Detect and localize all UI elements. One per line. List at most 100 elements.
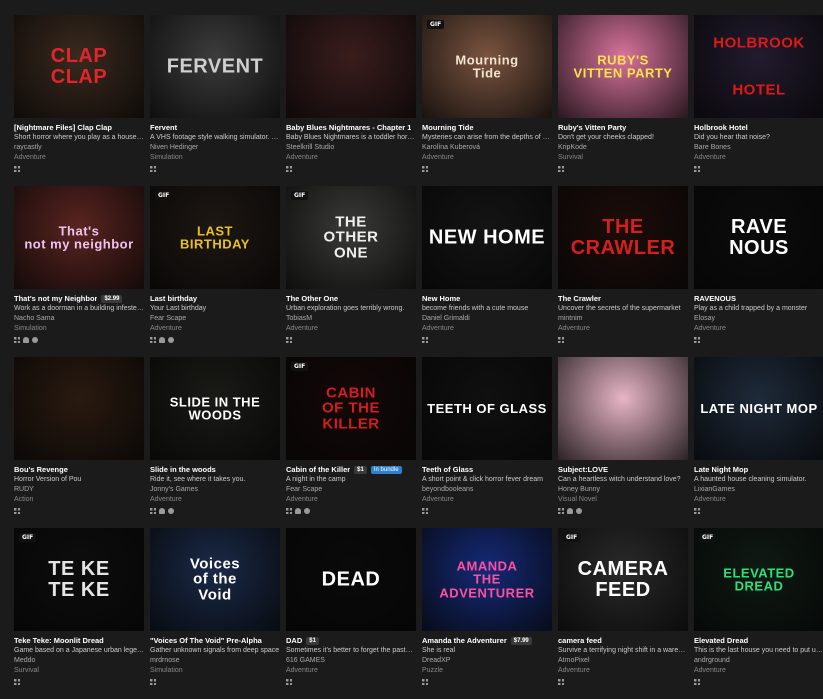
game-author-link[interactable]: mintnim <box>558 314 688 324</box>
game-thumbnail[interactable]: That's not my neighbor <box>14 186 144 289</box>
game-author-link[interactable]: TobiasM <box>286 314 416 324</box>
game-thumbnail[interactable]: LATE NIGHT MOP <box>694 357 823 460</box>
game-thumbnail[interactable] <box>286 15 416 118</box>
game-card-mourning-tide[interactable]: Mourning Tide GIF Mourning Tide Mysteries c… <box>422 15 552 186</box>
game-author-link[interactable]: beyondbooleans <box>422 485 552 495</box>
game-card-slide-in-the-woods[interactable]: SLIDE IN THE WOODS Slide in the woods Ride… <box>150 357 280 528</box>
game-title-link[interactable]: Amanda the Adventurer <box>422 636 507 645</box>
game-card-holbrook-hotel[interactable]: HOLBROOK HOTEL Holbrook Hotel Did you hear… <box>694 15 823 186</box>
game-author-link[interactable]: LixianGames <box>694 485 823 495</box>
game-author-link[interactable]: Karolína Kuberová <box>422 143 552 153</box>
game-thumbnail[interactable]: RUBY'S VITTEN PARTY <box>558 15 688 118</box>
game-title-link[interactable]: The Crawler <box>558 294 601 303</box>
game-thumbnail[interactable]: Mourning Tide GIF <box>422 15 552 118</box>
game-title-link[interactable]: "Voices Of The Void" Pre-Alpha <box>150 636 262 645</box>
game-title-link[interactable]: Fervent <box>150 123 177 132</box>
game-title-link[interactable]: Cabin of the Killer <box>286 465 350 474</box>
game-card-camera-feed[interactable]: CAMERA FEED GIF camera feed Survive a terri… <box>558 528 688 699</box>
game-description: Baby Blues Nightmares is a toddler horro… <box>286 134 416 141</box>
game-author-link[interactable]: Niven Hedinger <box>150 143 280 153</box>
game-title-link[interactable]: [Nightmare Files] Clap Clap <box>14 123 112 132</box>
game-card-late-night-mop[interactable]: LATE NIGHT MOP Late Night Mop A haunted ho… <box>694 357 823 528</box>
game-author-link[interactable]: DreadXP <box>422 656 552 666</box>
game-author-link[interactable]: Nacho Sama <box>14 314 144 324</box>
game-thumbnail[interactable]: NEW HOME <box>422 186 552 289</box>
game-card-elevated-dread[interactable]: ELEVATED DREAD GIF Elevated Dread This is t… <box>694 528 823 699</box>
game-title-link[interactable]: Holbrook Hotel <box>694 123 748 132</box>
game-title-link[interactable]: Bou's Revenge <box>14 465 68 474</box>
game-title-link[interactable]: DAD <box>286 636 302 645</box>
game-title-link[interactable]: Teke Teke: Moonlit Dread <box>14 636 104 645</box>
game-title-link[interactable]: Subject:LOVE <box>558 465 608 474</box>
game-card-dad[interactable]: DEAD DAD $1 Sometimes it's better to forget… <box>286 528 416 699</box>
game-author-link[interactable]: Steelkrill Studio <box>286 143 416 153</box>
game-thumbnail[interactable]: Voices of the Void <box>150 528 280 631</box>
game-thumbnail[interactable] <box>14 357 144 460</box>
game-card-cabin-of-the-killer[interactable]: CABIN OF THE KILLER GIF Cabin of the Kille… <box>286 357 416 528</box>
game-author-link[interactable]: AtmoPixel <box>558 656 688 666</box>
game-title-link[interactable]: camera feed <box>558 636 602 645</box>
game-author-link[interactable]: Fear Scape <box>150 314 280 324</box>
game-card-ruby-s-vitten-party[interactable]: RUBY'S VITTEN PARTY Ruby's Vitten Party Do… <box>558 15 688 186</box>
game-author-link[interactable]: Bare Bones <box>694 143 823 153</box>
game-author-link[interactable]: Elosay <box>694 314 823 324</box>
game-author-link[interactable]: Honey Bunny <box>558 485 688 495</box>
game-card-amanda-the-adventurer[interactable]: AMANDA THE ADVENTURER Amanda the Adventur… <box>422 528 552 699</box>
game-author-link[interactable]: Meddo <box>14 656 144 666</box>
game-thumbnail[interactable]: DEAD <box>286 528 416 631</box>
game-thumbnail[interactable]: AMANDA THE ADVENTURER <box>422 528 552 631</box>
game-author-link[interactable]: 616 GAMES <box>286 656 416 666</box>
game-title-link[interactable]: Last birthday <box>150 294 197 303</box>
game-thumbnail[interactable]: THE CRAWLER <box>558 186 688 289</box>
game-title-link[interactable]: Slide in the woods <box>150 465 216 474</box>
game-thumbnail[interactable] <box>558 357 688 460</box>
game-card-the-other-one[interactable]: THE OTHER ONE GIF The Other One Urban explo… <box>286 186 416 357</box>
game-card-teeth-of-glass[interactable]: TEETH OF GLASS Teeth of Glass A short poin… <box>422 357 552 528</box>
game-title-link[interactable]: Late Night Mop <box>694 465 748 474</box>
game-author-link[interactable]: raycastly <box>14 143 144 153</box>
game-title-link[interactable]: The Other One <box>286 294 338 303</box>
game-title-link[interactable]: Teeth of Glass <box>422 465 473 474</box>
game-author-link[interactable]: andrground <box>694 656 823 666</box>
game-thumbnail[interactable]: TE KE TE KE GIF <box>14 528 144 631</box>
game-thumbnail[interactable]: LAST BIRTHDAY GIF <box>150 186 280 289</box>
game-thumbnail[interactable]: RAVE NOUS <box>694 186 823 289</box>
game-thumbnail[interactable]: ELEVATED DREAD GIF <box>694 528 823 631</box>
game-thumbnail[interactable]: FERVENT <box>150 15 280 118</box>
game-title-link[interactable]: Ruby's Vitten Party <box>558 123 626 132</box>
game-card-bou-s-revenge[interactable]: Bou's Revenge Horror Version of Pou RUDY Ac… <box>14 357 144 528</box>
bundle-badge[interactable]: In bundle <box>370 465 402 474</box>
game-card-nightmare-files-clap-clap[interactable]: CLAP CLAP [Nightmare Files] Clap Clap Shor… <box>14 15 144 186</box>
game-title-link[interactable]: New Home <box>422 294 460 303</box>
game-author-link[interactable]: Fear Scape <box>286 485 416 495</box>
game-thumbnail[interactable]: CAMERA FEED GIF <box>558 528 688 631</box>
game-title-link[interactable]: That's not my Neighbor <box>14 294 97 303</box>
game-card-last-birthday[interactable]: LAST BIRTHDAY GIF Last birthday Your Last b… <box>150 186 280 357</box>
game-author-link[interactable]: RUDY <box>14 485 144 495</box>
game-author-link[interactable]: Jonny's Games <box>150 485 280 495</box>
game-card-baby-blues-nightmares-chapter-1[interactable]: Baby Blues Nightmares - Chapter 1 Baby Bl… <box>286 15 416 186</box>
game-thumbnail[interactable]: TEETH OF GLASS <box>422 357 552 460</box>
game-author-link[interactable]: KripKode <box>558 143 688 153</box>
game-author-link[interactable]: mrdrnose <box>150 656 280 666</box>
game-card-ravenous[interactable]: RAVE NOUS RAVENOUS Play as a child trapped… <box>694 186 823 357</box>
game-card-that-s-not-my-neighbor[interactable]: That's not my neighbor That's not my Neig… <box>14 186 144 357</box>
platform-icons <box>150 336 280 344</box>
game-thumbnail[interactable]: HOLBROOK HOTEL <box>694 15 823 118</box>
game-card-new-home[interactable]: NEW HOME New Home become friends with a cu… <box>422 186 552 357</box>
game-card-the-crawler[interactable]: THE CRAWLER The Crawler Uncover the secret… <box>558 186 688 357</box>
game-thumbnail[interactable]: CABIN OF THE KILLER GIF <box>286 357 416 460</box>
game-thumbnail[interactable]: SLIDE IN THE WOODS <box>150 357 280 460</box>
game-genre: Puzzle <box>422 667 444 674</box>
game-card-teke-teke-moonlit-dread[interactable]: TE KE TE KE GIF Teke Teke: Moonlit Dread Ga… <box>14 528 144 699</box>
game-title-link[interactable]: RAVENOUS <box>694 294 736 303</box>
game-title-link[interactable]: Elevated Dread <box>694 636 748 645</box>
game-title-link[interactable]: Mourning Tide <box>422 123 474 132</box>
game-card-fervent[interactable]: FERVENT Fervent A VHS footage style walkin… <box>150 15 280 186</box>
game-card-subject-love[interactable]: Subject:LOVE Can a heartless witch unders… <box>558 357 688 528</box>
game-author-link[interactable]: Daniel Grimaldi <box>422 314 552 324</box>
game-thumbnail[interactable]: CLAP CLAP <box>14 15 144 118</box>
game-card-voices-of-the-void-pre-alpha[interactable]: Voices of the Void "Voices Of The Void" P… <box>150 528 280 699</box>
game-title-link[interactable]: Baby Blues Nightmares - Chapter 1 <box>286 123 411 132</box>
game-thumbnail[interactable]: THE OTHER ONE GIF <box>286 186 416 289</box>
